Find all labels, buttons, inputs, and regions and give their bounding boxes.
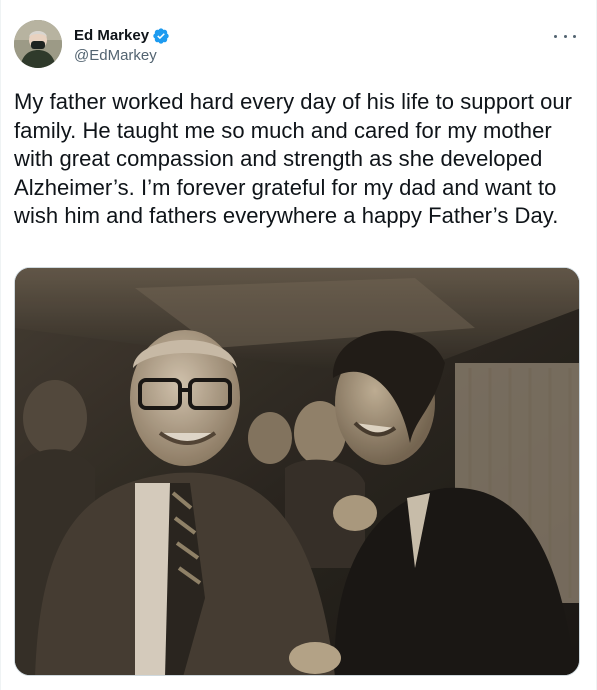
more-horizontal-icon[interactable] [554, 26, 576, 46]
author-names: Ed Markey @EdMarkey [74, 20, 170, 66]
more-dot [554, 34, 557, 38]
sepia-photo-illustration [15, 268, 579, 675]
avatar[interactable] [14, 20, 62, 68]
tweet-text: My father worked hard every day of his l… [14, 89, 573, 228]
tweet-photo[interactable] [14, 267, 580, 676]
name-row: Ed Markey [74, 27, 170, 45]
tweet-header: Ed Markey @EdMarkey [14, 20, 170, 68]
more-dot [573, 34, 576, 38]
more-dot [563, 34, 567, 38]
tweet-card: Ed Markey @EdMarkey My father worked har… [0, 0, 597, 690]
verified-badge-icon [152, 27, 170, 45]
user-handle[interactable]: @EdMarkey [74, 46, 170, 66]
display-name[interactable]: Ed Markey [74, 27, 149, 45]
